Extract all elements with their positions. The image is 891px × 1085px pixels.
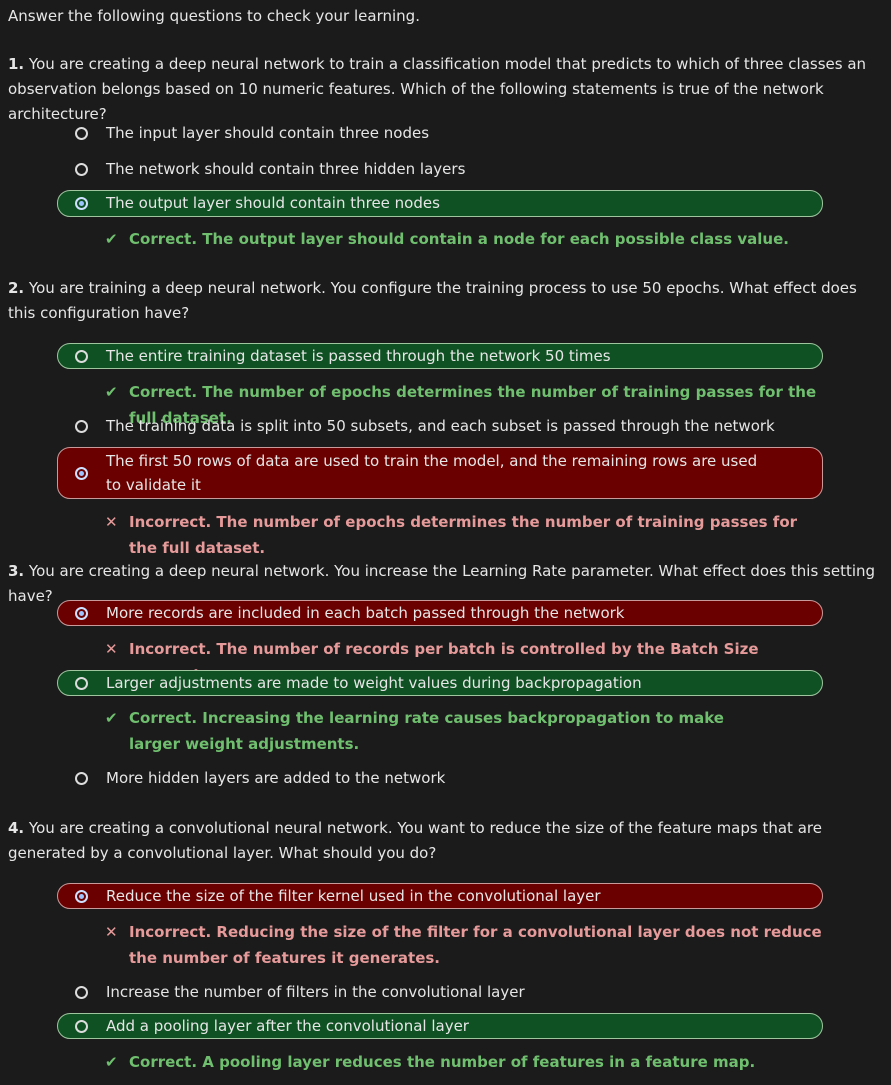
q4-option-2[interactable]: Increase the number of filters in the co… (57, 979, 823, 1005)
option-label: The entire training dataset is passed th… (106, 347, 611, 365)
q2-option-2[interactable]: The training data is split into 50 subse… (57, 413, 823, 439)
feedback-text: Incorrect. Reducing the size of the filt… (129, 923, 822, 967)
q3-option-1[interactable]: More records are included in each batch … (57, 600, 823, 626)
option-label: Add a pooling layer after the convolutio… (106, 1017, 469, 1035)
q4-option-3[interactable]: Add a pooling layer after the convolutio… (57, 1013, 823, 1039)
q2-feedback-incorrect: ✕ Incorrect. The number of epochs determ… (105, 509, 825, 561)
option-label: The input layer should contain three nod… (106, 124, 430, 142)
radio-selected-icon[interactable] (75, 197, 88, 210)
option-label: Larger adjustments are made to weight va… (106, 674, 642, 692)
checkmark-icon: ✔ (105, 709, 118, 727)
q4-feedback-correct: ✔ Correct. A pooling layer reduces the n… (105, 1049, 825, 1075)
question-text: You are training a deep neural network. … (8, 279, 857, 322)
question-text: You are creating a convolutional neural … (8, 819, 822, 862)
feedback-text: Correct. Increasing the learning rate ca… (129, 709, 724, 753)
feedback-text: Correct. The output layer should contain… (129, 230, 789, 248)
q3-feedback-correct: ✔ Correct. Increasing the learning rate … (105, 705, 765, 757)
cross-icon: ✕ (105, 513, 118, 531)
radio-icon[interactable] (75, 350, 88, 363)
option-label: The output layer should contain three no… (106, 194, 440, 212)
question-text: You are creating a deep neural network. … (8, 562, 876, 605)
radio-icon[interactable] (75, 986, 88, 999)
q1-option-3[interactable]: The output layer should contain three no… (57, 190, 823, 217)
radio-icon[interactable] (75, 420, 88, 433)
q2-option-3[interactable]: The first 50 rows of data are used to tr… (57, 447, 823, 499)
radio-icon[interactable] (75, 1020, 88, 1033)
option-label: Reduce the size of the filter kernel use… (106, 887, 601, 905)
q3-option-3[interactable]: More hidden layers are added to the netw… (57, 765, 823, 791)
radio-selected-icon[interactable] (75, 467, 88, 480)
option-label: The network should contain three hidden … (106, 160, 466, 178)
question-1: 1. You are creating a deep neural networ… (8, 52, 878, 127)
option-label: More hidden layers are added to the netw… (106, 769, 446, 787)
knowledge-check: Answer the following questions to check … (0, 0, 891, 1085)
radio-icon[interactable] (75, 772, 88, 785)
option-label: The training data is split into 50 subse… (106, 417, 775, 435)
radio-selected-icon[interactable] (75, 890, 88, 903)
intro-text: Answer the following questions to check … (8, 7, 420, 25)
q4-feedback-incorrect: ✕ Incorrect. Reducing the size of the fi… (105, 919, 825, 971)
q3-option-2[interactable]: Larger adjustments are made to weight va… (57, 670, 823, 696)
feedback-text: Incorrect. The number of epochs determin… (129, 513, 798, 557)
q2-option-1[interactable]: The entire training dataset is passed th… (57, 343, 823, 369)
option-label: The first 50 rows of data are used to tr… (106, 452, 758, 494)
cross-icon: ✕ (105, 923, 118, 941)
question-4: 4. You are creating a convolutional neur… (8, 816, 878, 866)
feedback-text: Correct. A pooling layer reduces the num… (129, 1053, 756, 1071)
checkmark-icon: ✔ (105, 230, 118, 248)
q1-feedback-correct: ✔ Correct. The output layer should conta… (105, 226, 825, 252)
q1-option-2[interactable]: The network should contain three hidden … (57, 156, 823, 182)
q1-option-1[interactable]: The input layer should contain three nod… (57, 120, 823, 146)
checkmark-icon: ✔ (105, 383, 118, 401)
question-text: You are creating a deep neural network t… (8, 55, 867, 123)
option-label: Increase the number of filters in the co… (106, 983, 525, 1001)
question-number: 3. (8, 562, 25, 580)
radio-selected-icon[interactable] (75, 607, 88, 620)
radio-icon[interactable] (75, 127, 88, 140)
option-label: More records are included in each batch … (106, 604, 625, 622)
question-number: 4. (8, 819, 25, 837)
radio-icon[interactable] (75, 163, 88, 176)
checkmark-icon: ✔ (105, 1053, 118, 1071)
radio-icon[interactable] (75, 677, 88, 690)
cross-icon: ✕ (105, 640, 118, 658)
question-2: 2. You are training a deep neural networ… (8, 276, 878, 326)
question-number: 1. (8, 55, 25, 73)
question-number: 2. (8, 279, 25, 297)
q4-option-1[interactable]: Reduce the size of the filter kernel use… (57, 883, 823, 909)
